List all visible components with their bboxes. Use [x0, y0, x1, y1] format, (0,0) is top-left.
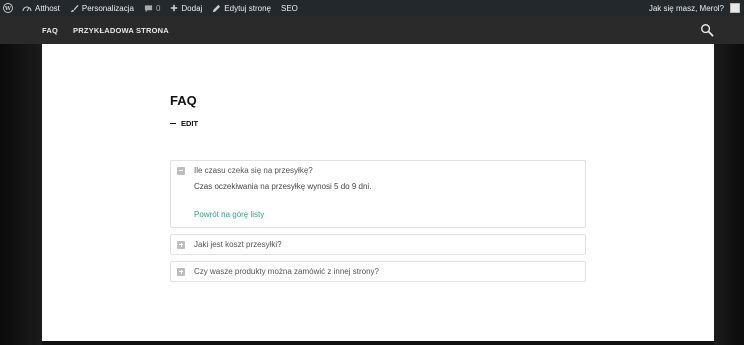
add-new-label: Dodaj — [181, 3, 203, 13]
svg-text:W: W — [4, 6, 12, 12]
search-icon[interactable] — [700, 23, 714, 37]
my-account-menu[interactable]: Jak się masz, Merol? — [644, 0, 744, 16]
back-to-top-link[interactable]: Powrót na górę listy — [194, 210, 264, 219]
edit-dash — [170, 122, 176, 125]
faq-list: Ile czasu czeka się na przesyłkę? Czas o… — [170, 160, 586, 288]
faq-answer-text: Czas oczekiwania na przesyłkę wynosi 5 d… — [194, 182, 372, 191]
page-title: FAQ — [170, 93, 197, 108]
faq-question-toggle[interactable]: Jaki jest koszt przesyłki? — [171, 235, 585, 254]
wordpress-icon: W — [3, 3, 13, 13]
greeting-label: Jak się masz, Merol? — [648, 3, 724, 13]
pencil-icon — [213, 4, 221, 12]
dashboard-icon — [22, 5, 32, 11]
faq-question: Jaki jest koszt przesyłki? — [194, 240, 282, 249]
edit-page-menu[interactable]: Edytuj stronę — [207, 0, 276, 16]
comments-count: 0 — [155, 3, 161, 13]
avatar — [730, 3, 740, 13]
wordpress-logo-button[interactable]: W — [0, 0, 17, 16]
edit-label: EDIT — [181, 119, 199, 128]
background-right — [714, 44, 744, 345]
site-navigation: FAQ PRZYKŁADOWA STRONA — [0, 16, 744, 44]
site-name-menu[interactable]: Atthost — [17, 0, 65, 16]
faq-question-toggle[interactable]: Ile czasu czeka się na przesyłkę? — [171, 161, 585, 180]
collapse-icon[interactable] — [177, 166, 185, 175]
seo-label: SEO — [281, 3, 298, 13]
edit-link[interactable]: EDIT — [170, 119, 198, 128]
admin-bar-left: W Atthost Personalizacja 0 Dodaj Edytuj … — [0, 0, 303, 16]
comment-bubble-icon — [144, 4, 153, 12]
brush-icon — [70, 4, 79, 12]
faq-answer: Czas oczekiwania na przesyłkę wynosi 5 d… — [171, 180, 585, 228]
customize-menu[interactable]: Personalizacja — [65, 0, 139, 16]
page-content: FAQ EDIT Ile czasu czeka się na przesyłk… — [42, 44, 714, 341]
nav-item-sample-page[interactable]: PRZYKŁADOWA STRONA — [73, 26, 169, 35]
faq-question: Czy wasze produkty można zamówić z innej… — [194, 267, 379, 276]
primary-menu: FAQ PRZYKŁADOWA STRONA — [42, 26, 169, 35]
faq-item: Jaki jest koszt przesyłki? — [170, 234, 586, 255]
expand-icon[interactable] — [177, 267, 185, 276]
edit-page-label: Edytuj stronę — [224, 3, 271, 13]
seo-menu[interactable]: SEO — [276, 0, 303, 16]
site-name-label: Atthost — [35, 3, 60, 13]
nav-item-faq[interactable]: FAQ — [42, 26, 58, 35]
background-left — [0, 44, 42, 345]
admin-bar-right: Jak się masz, Merol? — [644, 0, 744, 16]
faq-question: Ile czasu czeka się na przesyłkę? — [194, 166, 313, 175]
customize-label: Personalizacja — [81, 3, 134, 13]
plus-icon — [171, 4, 178, 12]
admin-bar: W Atthost Personalizacja 0 Dodaj Edytuj … — [0, 0, 744, 16]
faq-item: Ile czasu czeka się na przesyłkę? Czas o… — [170, 160, 586, 228]
add-new-menu[interactable]: Dodaj — [165, 0, 207, 16]
comments-menu[interactable]: 0 — [139, 0, 165, 16]
expand-icon[interactable] — [177, 240, 185, 249]
faq-item: Czy wasze produkty można zamówić z innej… — [170, 261, 586, 282]
faq-question-toggle[interactable]: Czy wasze produkty można zamówić z innej… — [171, 262, 585, 281]
